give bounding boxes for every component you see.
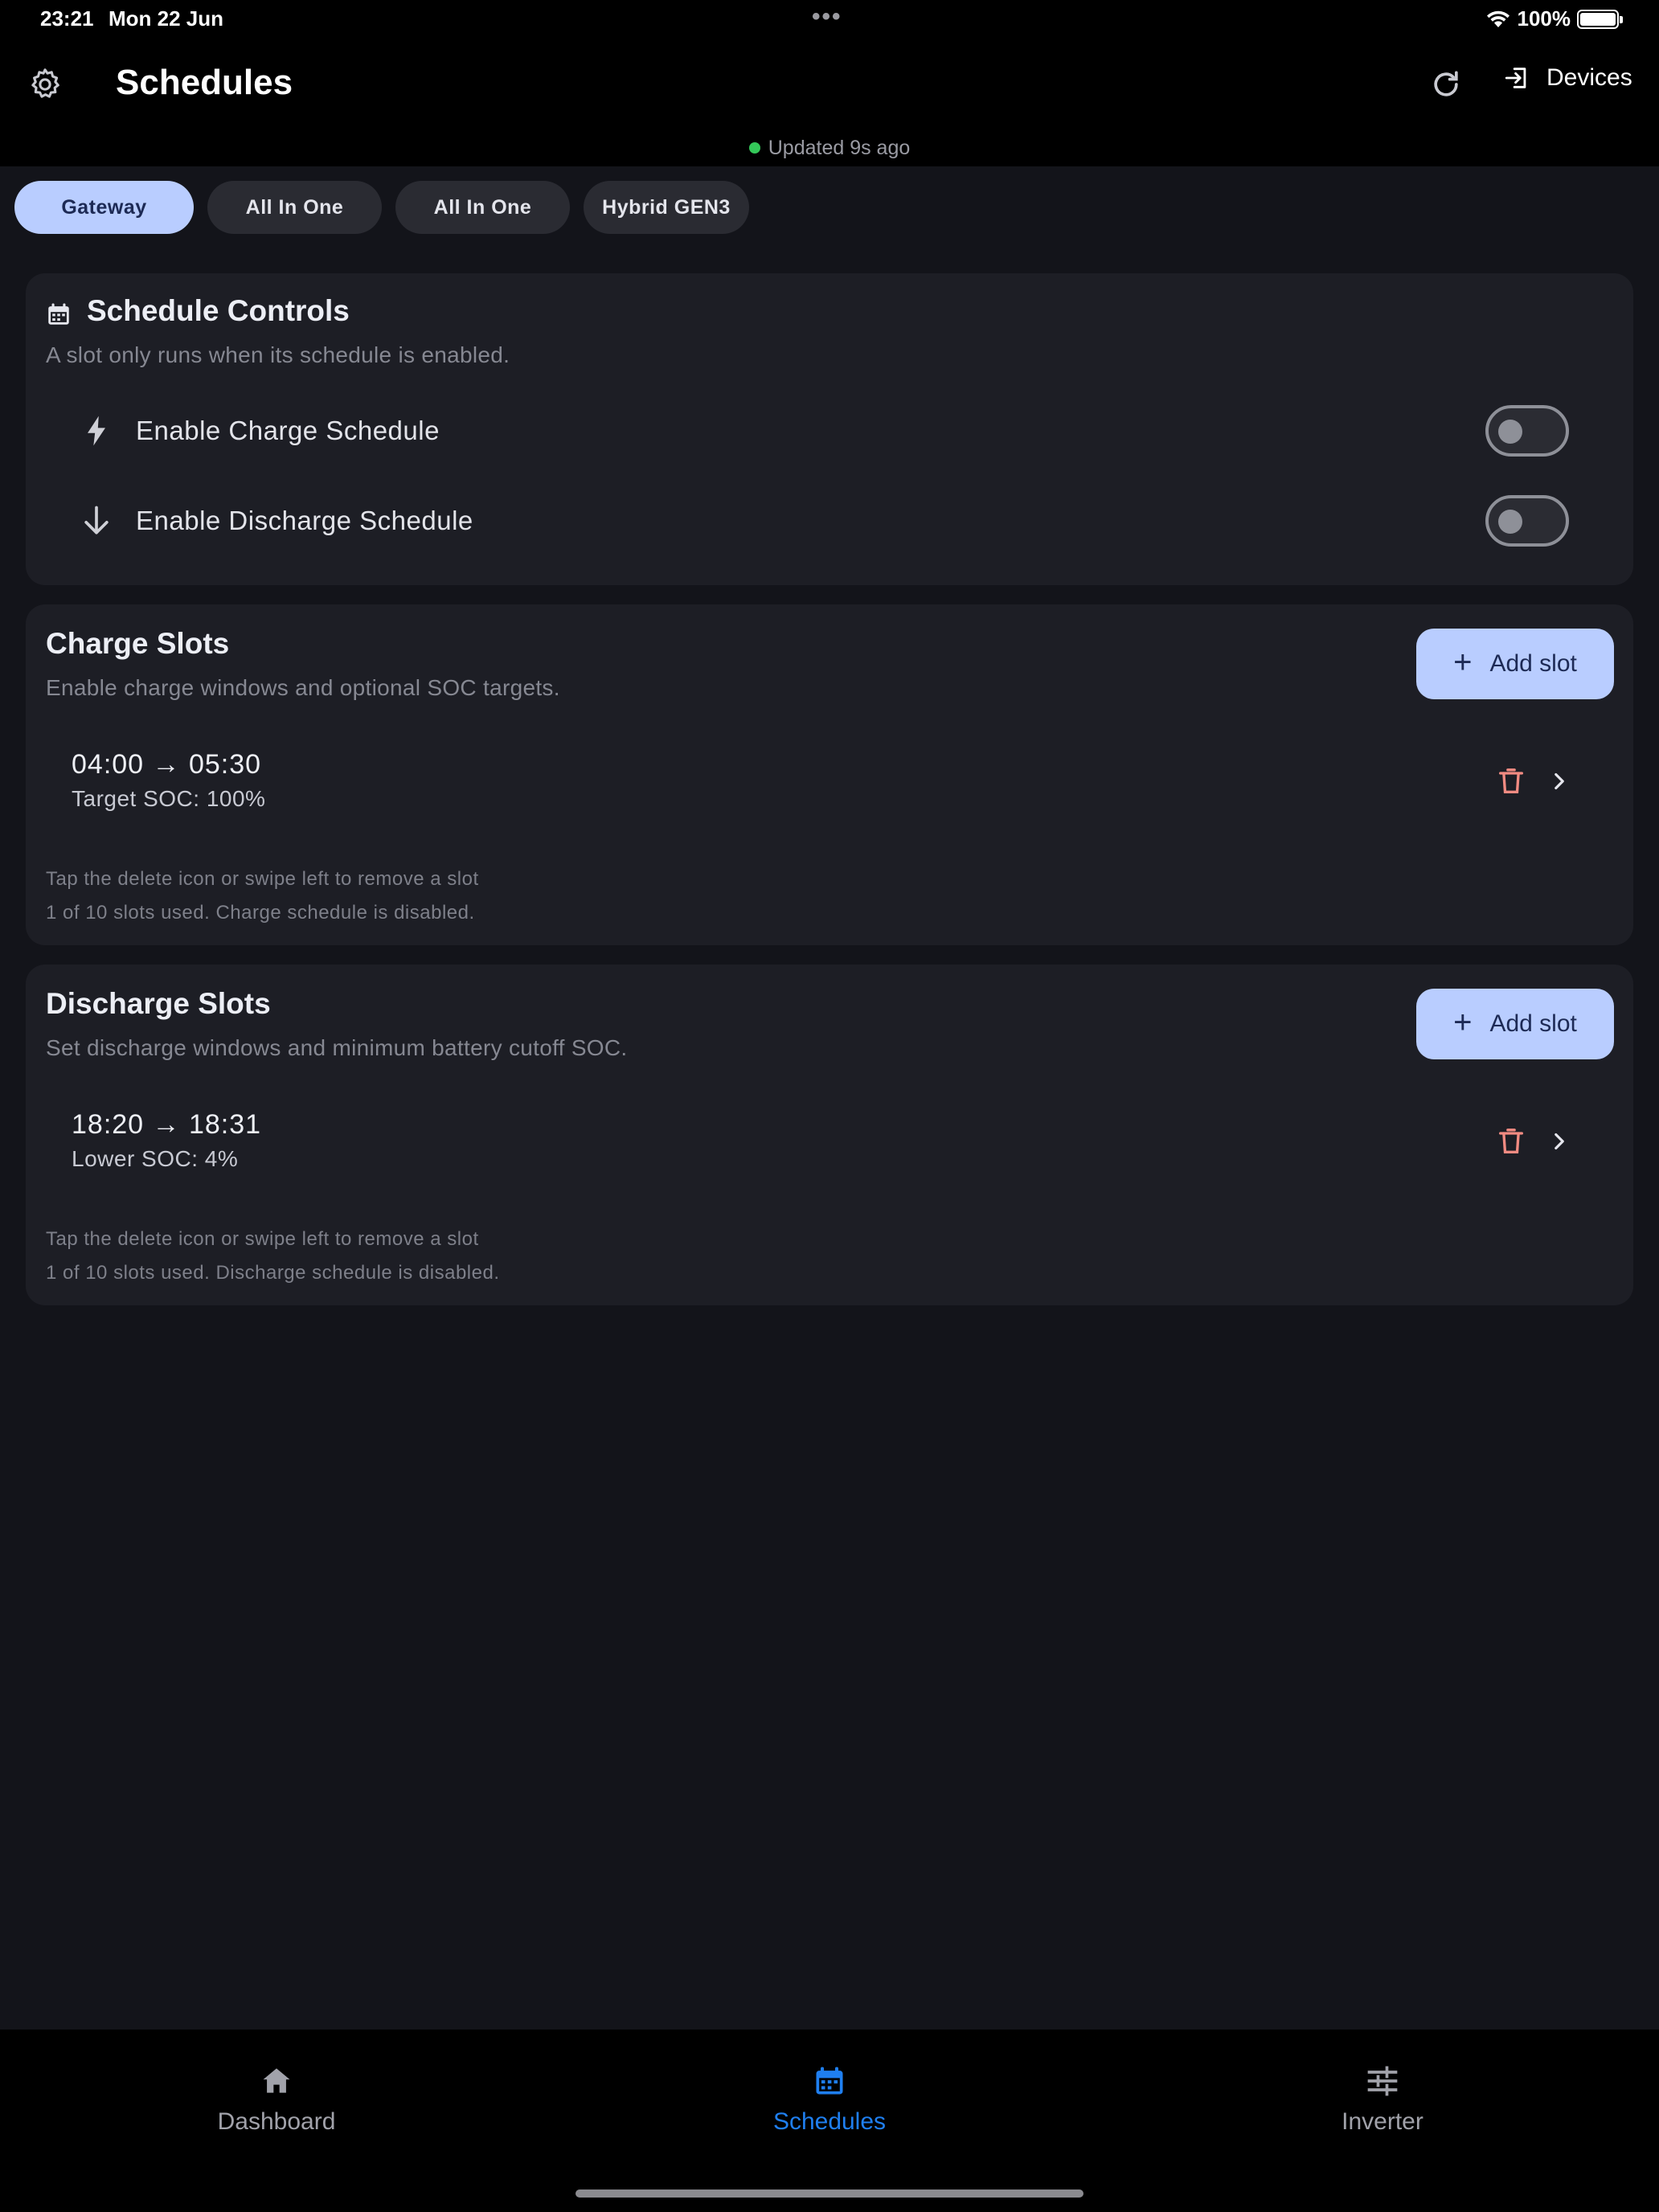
discharge-slots-title: Discharge Slots [46,987,271,1020]
updated-text: Updated 9s ago [768,137,911,159]
add-slot-label: Add slot [1489,1010,1577,1037]
status-date: Mon 22 Jun [109,6,224,31]
slot-time: 18:20 → 18:31 [72,1109,262,1140]
delete-icon[interactable] [1495,1125,1527,1157]
discharge-slots-usage: 1 of 10 slots used. Discharge schedule i… [46,1262,500,1284]
nav-dashboard[interactable]: Dashboard [156,2063,397,2136]
schedule-controls-subtitle: A slot only runs when its schedule is en… [46,342,510,367]
charge-slots-hint: Tap the delete icon or swipe left to rem… [46,868,479,890]
discharge-schedule-toggle[interactable] [1485,495,1569,547]
tab-all-in-one-1[interactable]: All In One [207,181,382,234]
nav-inverter[interactable]: Inverter [1262,2063,1503,2136]
battery-icon [1577,9,1623,29]
devices-button[interactable]: Devices [1503,64,1632,92]
delete-icon[interactable] [1495,765,1527,797]
sliders-icon [1367,2066,1398,2096]
plus-icon: + [1453,645,1473,680]
plus-icon: + [1453,1005,1473,1040]
chevron-right-icon[interactable] [1546,1128,1573,1155]
schedule-controls-title: Schedule Controls [87,294,350,327]
home-indicator[interactable] [576,2189,1083,2198]
multitasking-dots-icon[interactable]: ••• [812,3,842,31]
device-tabs: Gateway All In One All In One Hybrid GEN… [14,181,749,234]
schedule-controls-card: Schedule Controls A slot only runs when … [26,273,1633,585]
discharge-slots-card: Discharge Slots Set discharge windows an… [26,965,1633,1305]
home-icon [263,2068,290,2093]
nav-inverter-label: Inverter [1342,2108,1423,2135]
discharge-slots-subtitle: Set discharge windows and minimum batter… [46,1035,628,1060]
nav-schedules-label: Schedules [772,2108,887,2135]
slot-detail: Target SOC: 100% [72,786,266,811]
slot-detail: Lower SOC: 4% [72,1146,239,1171]
charge-schedule-label: Enable Charge Schedule [136,416,440,445]
add-discharge-slot-button[interactable]: + Add slot [1416,989,1614,1059]
slot-time: 04:00 → 05:30 [72,749,262,780]
updated-status: Updated 9s ago [0,137,1659,160]
tab-gateway[interactable]: Gateway [14,181,194,234]
online-dot-icon [748,142,760,154]
page-title: Schedules [116,63,293,102]
status-time: 23:21 [40,6,94,31]
add-charge-slot-button[interactable]: + Add slot [1416,629,1614,699]
tab-hybrid-gen3[interactable]: Hybrid GEN3 [584,181,749,234]
top-bar: 23:21 Mon 22 Jun ••• 100% Schedules Devi… [0,0,1659,166]
chevron-right-icon[interactable] [1546,768,1573,795]
status-right: 100% [1485,6,1623,31]
calendar-icon [816,2067,843,2095]
nav-dashboard-label: Dashboard [217,2108,336,2135]
discharge-slots-hint: Tap the delete icon or swipe left to rem… [46,1228,479,1250]
battery-percent: 100% [1517,6,1571,31]
calendar-icon [48,303,69,325]
nav-schedules[interactable]: Schedules [709,2063,950,2136]
charge-schedule-toggle[interactable] [1485,405,1569,457]
charge-slots-title: Charge Slots [46,627,230,660]
bolt-icon [88,416,105,446]
charge-slots-usage: 1 of 10 slots used. Charge schedule is d… [46,902,475,924]
tab-all-in-one-2[interactable]: All In One [395,181,570,234]
gear-icon[interactable] [27,66,63,103]
charge-slots-card: Charge Slots Enable charge windows and o… [26,604,1633,945]
arrow-down-icon [84,506,109,535]
bottom-nav: Dashboard Schedules Inverter [0,2030,1659,2212]
refresh-icon[interactable] [1428,67,1464,102]
add-slot-label: Add slot [1489,650,1577,677]
login-icon [1505,68,1526,88]
wifi-icon [1486,10,1509,27]
discharge-schedule-label: Enable Discharge Schedule [136,506,473,535]
charge-slots-subtitle: Enable charge windows and optional SOC t… [46,675,560,700]
devices-label: Devices [1546,64,1632,91]
